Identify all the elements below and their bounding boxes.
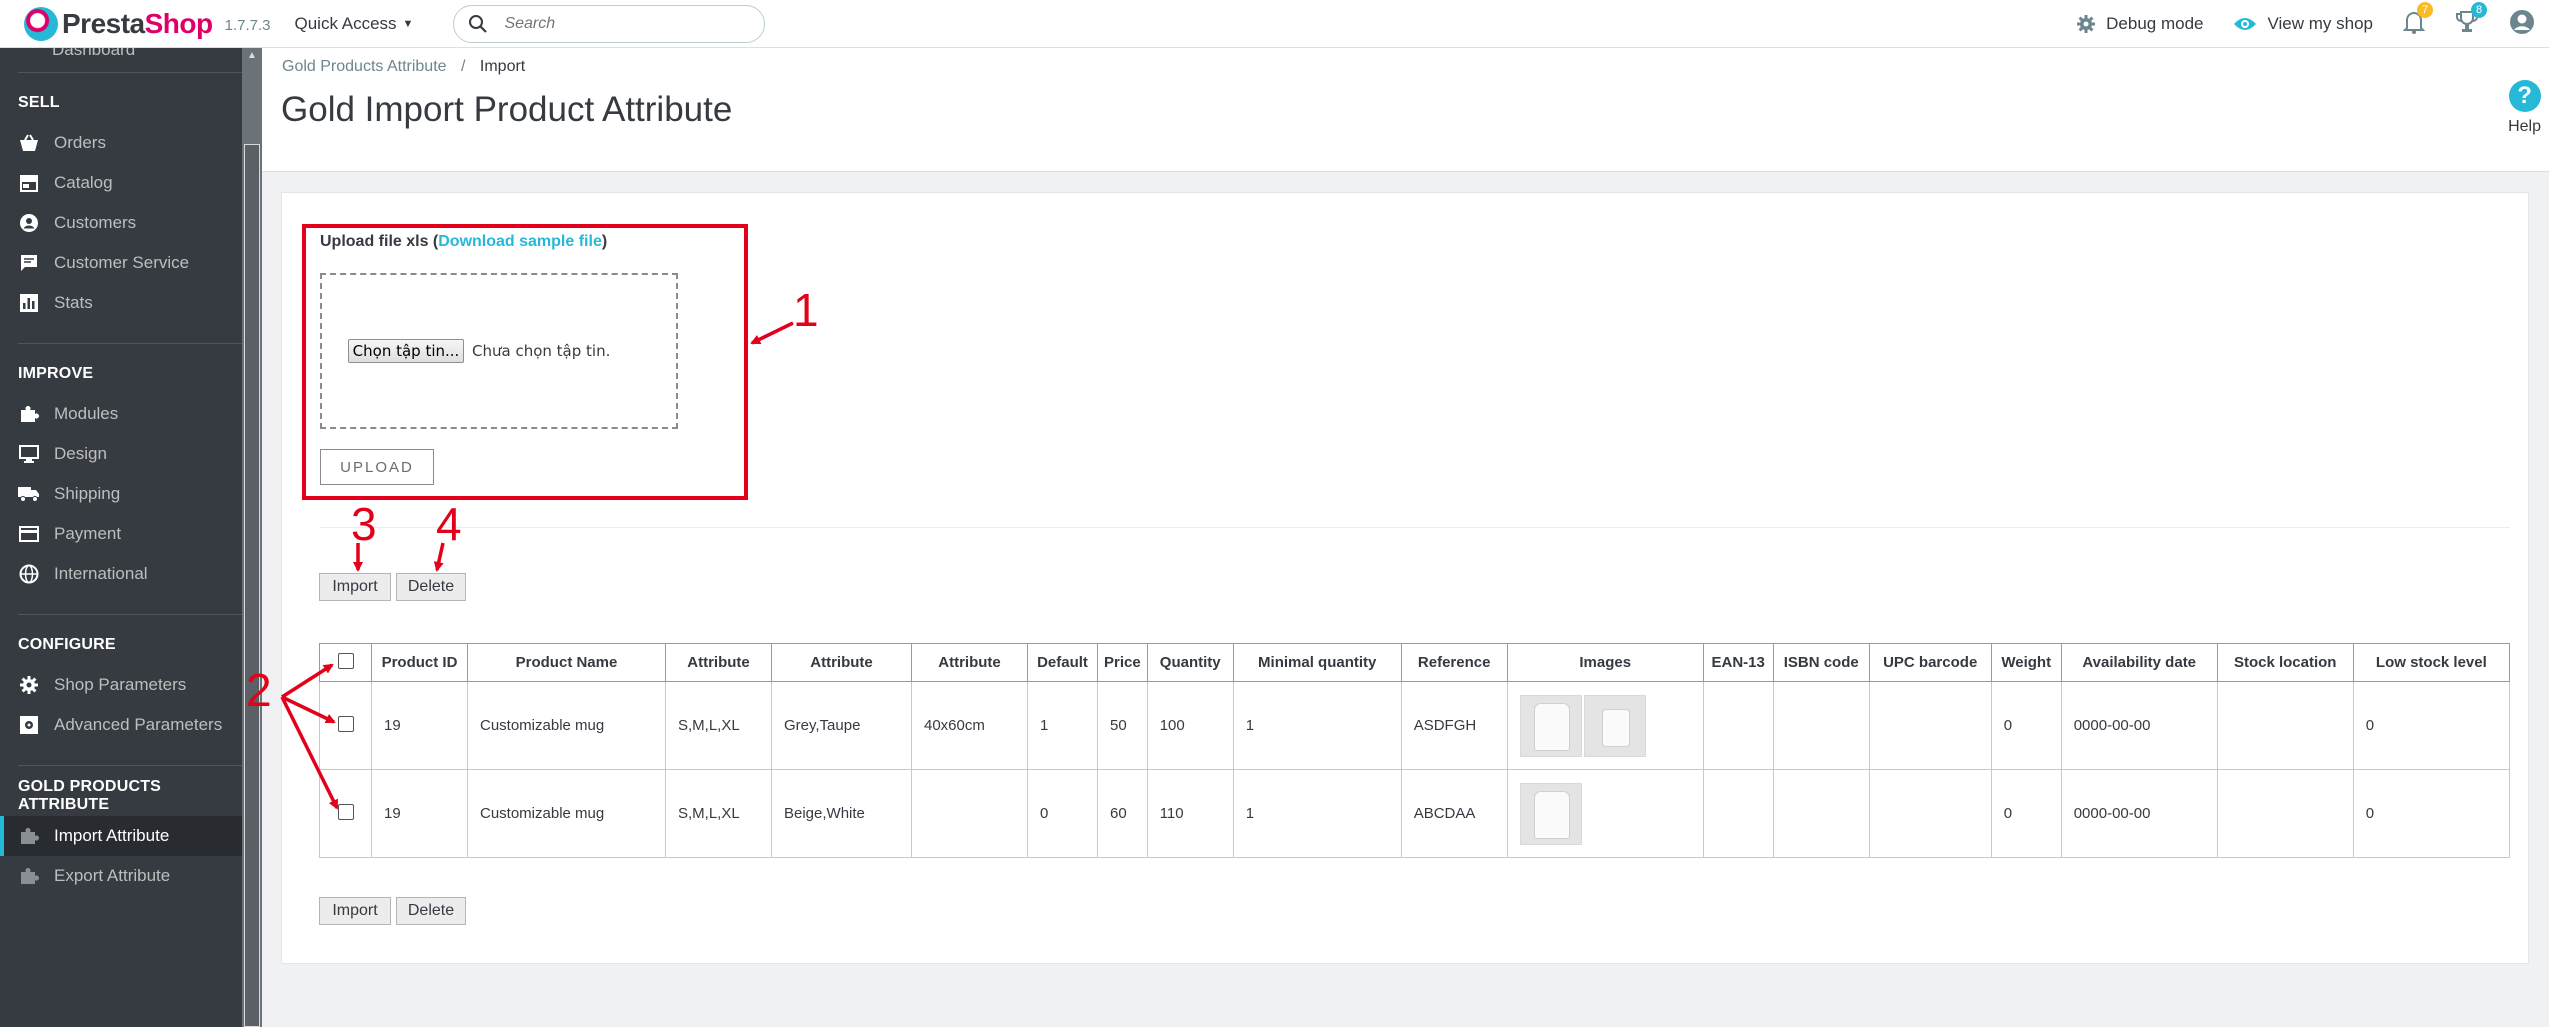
search-box[interactable] [453,4,766,43]
annotation-arrows [280,321,794,810]
account-button[interactable] [2509,9,2535,40]
logo-text-post: Shop [144,7,214,39]
orders-notification-button[interactable]: 8 [2455,1,2487,39]
prestashop-logo[interactable]: PrestaShop [24,6,214,41]
view-shop-link[interactable]: View my shop [2233,14,2373,34]
debug-mode-link[interactable]: Debug mode [2076,14,2203,34]
search-input[interactable] [504,14,745,33]
arrow-to-row-2 [280,696,339,810]
quick-access-dropdown[interactable]: Quick Access ▼ [295,14,414,34]
quick-access-label: Quick Access [294,13,397,33]
caret-down-icon: ▼ [402,17,414,30]
notification-badge: 7 [2417,1,2433,18]
view-shop-label: View my shop [2267,14,2373,33]
debug-mode-label: Debug mode [2106,14,2204,33]
logo-text-pre: Presta [62,7,145,39]
search-icon [469,14,488,33]
user-avatar-icon [2510,9,2534,34]
top-bar: PrestaShop 1.7.7.3 Quick Access ▼ Debug … [0,0,2549,48]
arrow-to-delete-button [433,542,445,572]
arrow-to-upload-box [750,321,794,345]
arrow-to-select-all [281,663,334,699]
notifications-button[interactable]: 7 [2402,1,2433,39]
orders-badge: 8 [2471,1,2487,18]
gear-icon [2077,15,2096,33]
prestashop-logo-icon [24,6,58,41]
eye-icon [2234,18,2257,30]
version-label: 1.7.7.3 [224,17,271,34]
